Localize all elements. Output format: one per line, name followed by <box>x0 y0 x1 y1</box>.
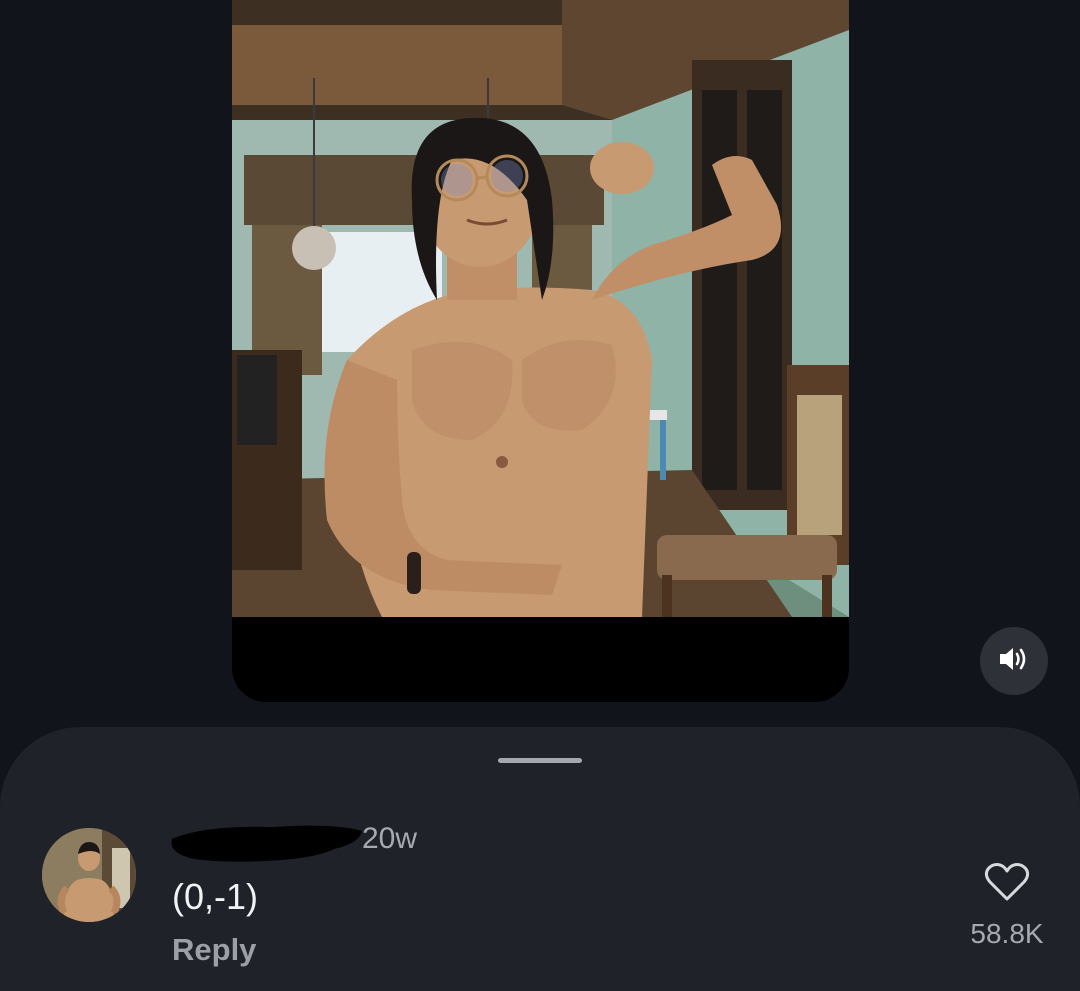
like-button[interactable] <box>984 861 1030 903</box>
comments-sheet: 20w (0,-1) Reply 58.8K <box>0 727 1080 991</box>
comment-text: (0,-1) <box>172 876 259 917</box>
video-frame[interactable] <box>232 0 849 617</box>
heart-outline-icon <box>984 863 1030 907</box>
like-count: 58.8K <box>970 918 1044 949</box>
reply-button[interactable]: Reply <box>172 932 256 968</box>
comment-timestamp: 20w <box>362 822 418 855</box>
drag-handle[interactable] <box>498 758 582 763</box>
screen: 20w (0,-1) Reply 58.8K <box>0 0 1080 991</box>
sound-toggle-button[interactable] <box>980 627 1048 695</box>
redacted-username <box>164 819 364 865</box>
speaker-volume-icon <box>998 645 1030 678</box>
avatar[interactable] <box>42 828 136 922</box>
video-player[interactable] <box>232 0 849 702</box>
